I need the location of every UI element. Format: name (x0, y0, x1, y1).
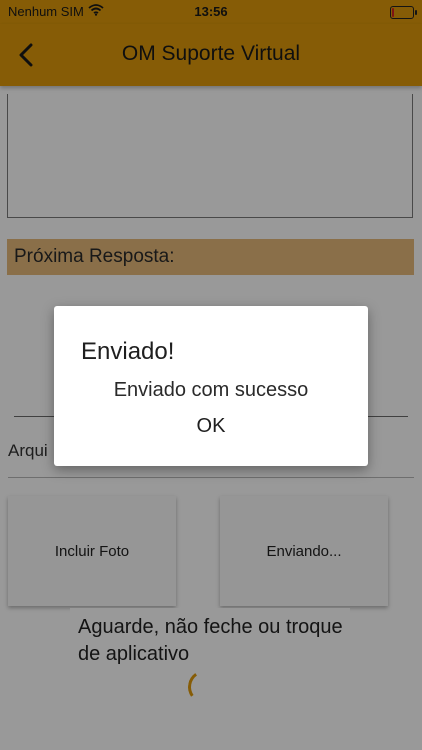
ok-button[interactable]: OK (181, 411, 241, 441)
success-dialog: Enviado! Enviado com sucesso OK (54, 306, 368, 466)
dialog-message: Enviado com sucesso (113, 379, 309, 401)
dialog-title: Enviado! (81, 338, 175, 365)
